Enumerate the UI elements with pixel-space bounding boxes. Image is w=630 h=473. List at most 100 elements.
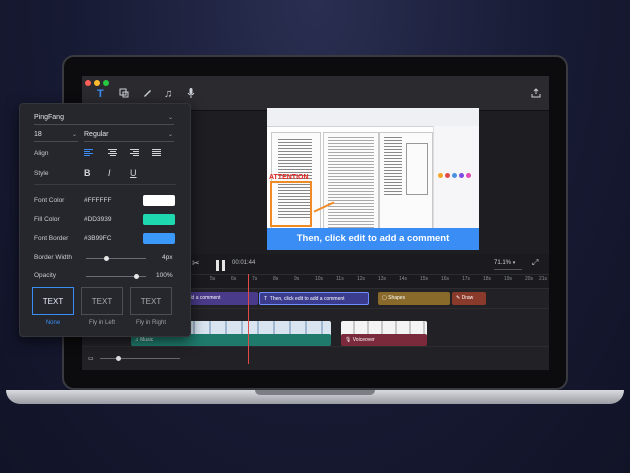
ruler-tick: 8s <box>273 276 279 282</box>
fill-color-value[interactable]: #DD3939 <box>84 216 111 223</box>
mic-icon: 🎙 <box>345 337 352 343</box>
ruler-tick: 17s <box>462 276 471 282</box>
text-properties-panel: PingFang ⌄ 18 ⌄ Regular ⌄ Align Style B … <box>19 103 191 337</box>
ruler-tick: 19s <box>504 276 513 282</box>
clip-label: Then, click edit to add a comment <box>269 296 345 302</box>
export-icon[interactable] <box>531 88 541 101</box>
align-right-icon[interactable] <box>130 149 139 157</box>
align-left-icon[interactable] <box>84 149 93 157</box>
align-center-icon[interactable] <box>108 149 117 157</box>
clip-label: Draw <box>461 295 474 301</box>
ruler-tick: 9s <box>294 276 300 282</box>
text-animation-none[interactable]: TEXT <box>32 287 74 315</box>
laptop-notch <box>255 390 375 395</box>
font-family-value: PingFang <box>34 114 64 121</box>
scissors-icon[interactable]: ✂ <box>192 258 200 269</box>
animation-caption-fly-in-left: Fly in Left <box>88 320 115 326</box>
pen-icon[interactable] <box>142 88 152 101</box>
ruler-tick: 13s <box>378 276 387 282</box>
timeline-zoom-slider[interactable] <box>100 358 180 359</box>
ruler-tick: 14s <box>399 276 408 282</box>
mic-icon[interactable] <box>187 88 195 102</box>
opacity-knob[interactable] <box>134 274 139 279</box>
document-page <box>323 132 379 234</box>
ruler-tick: 5s <box>210 276 216 282</box>
voiceover-clip[interactable]: 🎙 Voiceover <box>341 334 427 346</box>
fullscreen-icon[interactable]: ⤢ <box>532 258 538 268</box>
align-justify-icon[interactable] <box>152 149 161 157</box>
font-border-label: Font Border <box>34 235 69 242</box>
animation-caption-fly-in-right: Fly in Right <box>135 320 166 326</box>
timeline-clip[interactable]: add a comment <box>182 292 258 305</box>
font-weight-value: Regular <box>84 131 109 138</box>
zoom-track: ▭ <box>82 346 549 370</box>
style-label: Style <box>34 170 49 177</box>
timeline-clip[interactable]: ▢ Shapes <box>378 292 450 305</box>
font-family-select[interactable]: PingFang ⌄ <box>34 112 174 125</box>
clip-label: Music <box>140 337 154 343</box>
music-icon[interactable]: ♫ <box>164 88 172 100</box>
timeline-clip[interactable]: T Then, click edit to add a comment <box>259 292 369 305</box>
chevron-down-icon: ▾ <box>512 260 516 266</box>
ruler-tick: 16s <box>441 276 450 282</box>
chevron-down-icon: ⌄ <box>167 115 173 121</box>
zoom-select[interactable]: 71.1% ▾ <box>494 258 522 270</box>
border-width-knob[interactable] <box>104 256 109 261</box>
chevron-down-icon: ⌄ <box>167 132 173 138</box>
ruler-tick: 18s <box>483 276 492 282</box>
ruler-tick: 7s <box>252 276 258 282</box>
ruler-tick: 6s <box>231 276 237 282</box>
timeline-clip[interactable]: ✎ Draw <box>452 292 486 305</box>
ruler-tick: 12s <box>357 276 366 282</box>
text-icon: T <box>264 296 268 302</box>
music-icon: ♫ <box>135 337 139 343</box>
bold-button[interactable]: B <box>84 168 91 178</box>
border-width-slider[interactable] <box>86 258 146 259</box>
font-border-swatch[interactable] <box>143 233 175 244</box>
video-preview[interactable]: ATTENTION Then, click edit to add a comm… <box>267 108 479 250</box>
minimize-window-button[interactable] <box>94 80 100 86</box>
font-color-label: Font Color <box>34 197 65 204</box>
text-icon[interactable]: T <box>97 88 104 100</box>
pen-icon: ✎ <box>456 295 461 301</box>
clip-label: Shapes <box>388 295 406 301</box>
current-time: 00:01:44 <box>232 260 256 266</box>
highlight-box <box>270 181 312 227</box>
clip-label: Voiceover <box>352 337 375 343</box>
maximize-window-button[interactable] <box>103 80 109 86</box>
animation-caption-none: None <box>45 320 61 326</box>
shapes-icon: ▢ <box>382 295 387 301</box>
italic-button[interactable]: I <box>108 168 111 178</box>
ruler-tick: 20s <box>525 276 534 282</box>
attention-label: ATTENTION <box>269 174 309 181</box>
zoom-value: 71.1% <box>494 260 512 266</box>
playhead[interactable] <box>248 274 249 364</box>
chevron-down-icon: ⌄ <box>71 132 77 138</box>
fill-color-swatch[interactable] <box>143 214 175 225</box>
ruler-tick: 21s <box>539 276 548 282</box>
close-window-button[interactable] <box>85 80 91 86</box>
divider <box>34 184 176 185</box>
font-color-value[interactable]: #FFFFFF <box>84 197 111 204</box>
ruler-tick: 15s <box>420 276 429 282</box>
ruler-tick: 10s <box>315 276 324 282</box>
opacity-label: Opacity <box>34 272 57 279</box>
font-weight-select[interactable]: Regular ⌄ <box>84 129 174 142</box>
caption-text[interactable]: Then, click edit to add a comment <box>267 228 479 250</box>
text-animation-fly-in-left[interactable]: TEXT <box>81 287 123 315</box>
image-icon: ▭ <box>88 356 94 362</box>
border-width-label: Border Width <box>34 254 72 261</box>
font-color-swatch[interactable] <box>143 195 175 206</box>
text-animation-fly-in-right[interactable]: TEXT <box>130 287 172 315</box>
font-border-value[interactable]: #3B99FC <box>84 235 111 242</box>
timeline-zoom-knob[interactable] <box>116 356 121 361</box>
border-width-value: 4px <box>162 254 173 261</box>
underline-button[interactable]: U <box>130 168 137 178</box>
opacity-value: 100% <box>156 272 173 279</box>
document-toolbar <box>267 108 479 127</box>
font-size-select[interactable]: 18 ⌄ <box>34 129 78 142</box>
font-size-value: 18 <box>34 131 42 138</box>
ruler-tick: 11s <box>336 276 344 282</box>
fill-color-label: Fill Color <box>34 216 60 223</box>
shapes-icon[interactable] <box>119 88 129 101</box>
